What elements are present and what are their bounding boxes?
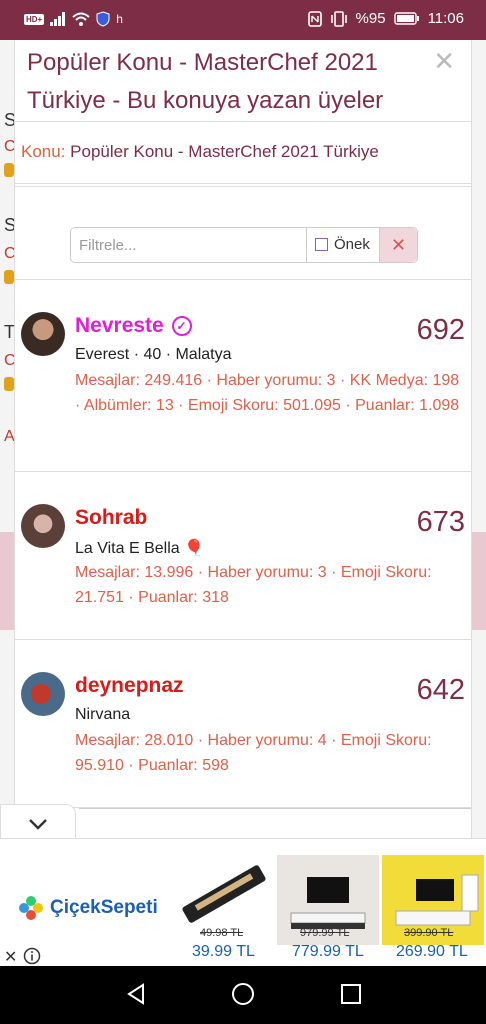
pen-box-image: [182, 865, 266, 923]
avatar[interactable]: [21, 312, 65, 356]
topic-row: Konu: Popüler Konu - MasterChef 2021 Tür…: [15, 122, 471, 184]
wifi-icon: [72, 12, 90, 26]
ad-brand-name: ÇiçekSepeti: [50, 897, 158, 918]
ad-brand-logo[interactable]: ÇiçekSepeti: [16, 893, 158, 923]
filter-divider: [306, 228, 307, 262]
ad-info-icon[interactable]: [23, 947, 41, 965]
bg-dot: [4, 377, 14, 391]
ad-old-price: 49.98 TL: [200, 927, 244, 939]
verified-badge-icon: ✓: [171, 316, 192, 336]
bg-dot: [4, 270, 14, 284]
modal-title: Popüler Konu - MasterChef 2021 Türkiye -…: [27, 49, 384, 114]
close-button[interactable]: ✕: [433, 46, 455, 77]
filter-input[interactable]: [71, 228, 306, 262]
ad-old-price: 399.90 TL: [404, 927, 454, 939]
modal-header: Popüler Konu - MasterChef 2021 Türkiye -…: [15, 40, 471, 122]
member-subtitle: La Vita E Bella 🎈: [75, 540, 205, 557]
ad-controls: ✕: [4, 947, 41, 967]
vibrate-icon: [330, 10, 347, 27]
member-row[interactable]: deynepnaz Nirvana Mesajlar: 28.010 · Hab…: [15, 640, 471, 808]
member-subtitle: Everest · 40 · Malatya: [75, 346, 232, 363]
recents-icon[interactable]: [339, 982, 363, 1006]
member-stats: Mesajlar: 13.996 · Haber yorumu: 3 · Emo…: [75, 564, 432, 606]
battery-icon: [393, 12, 419, 25]
clock: 11:06: [427, 10, 464, 27]
chevron-down-icon: [29, 819, 47, 830]
topic-label: Konu:: [21, 142, 66, 161]
ad-new-price[interactable]: 269.90 TL: [396, 943, 468, 961]
ad-collapse-button[interactable]: [0, 804, 76, 840]
message-count: 692: [416, 314, 465, 346]
member-name[interactable]: deynepnaz: [75, 674, 184, 698]
member-name[interactable]: Nevreste ✓: [75, 314, 192, 338]
member-row[interactable]: Nevreste ✓ Everest · 40 · Malatya Mesajl…: [15, 280, 471, 472]
member-stats: Mesajlar: 249.416 · Haber yorumu: 3 · KK…: [75, 372, 460, 414]
ad-close-icon[interactable]: ✕: [4, 947, 17, 967]
system-nav-bar: [0, 966, 486, 1024]
bg-dot: [4, 163, 14, 177]
battery-percent: %95: [355, 10, 386, 27]
ad-old-price: 979.99 TL: [300, 927, 350, 939]
modal-footer: [79, 808, 471, 840]
ad-banner[interactable]: ÇiçekSepeti 49.98 TL 39.99 TL 979.99 TL …: [0, 838, 486, 966]
home-icon[interactable]: [231, 982, 255, 1006]
clear-filter-button[interactable]: ✕: [379, 228, 417, 262]
member-stats: Mesajlar: 28.010 · Haber yorumu: 4 · Emo…: [75, 732, 432, 774]
prefix-checkbox[interactable]: [315, 238, 328, 251]
signal-icon: [50, 12, 66, 26]
message-count: 673: [416, 506, 465, 538]
avatar[interactable]: [21, 504, 65, 548]
back-icon[interactable]: [124, 982, 148, 1006]
flower-logo-icon: [19, 896, 43, 920]
ad-new-price[interactable]: 39.99 TL: [192, 943, 255, 961]
member-subtitle: Nirvana: [75, 706, 131, 723]
avatar[interactable]: [21, 672, 65, 716]
hd-badge: HD+: [24, 13, 45, 25]
message-count: 642: [416, 674, 465, 706]
member-name-text[interactable]: Nevreste: [75, 314, 164, 337]
member-name[interactable]: Sohrab: [75, 506, 147, 530]
topic-link[interactable]: Popüler Konu - MasterChef 2021 Türkiye: [70, 142, 379, 161]
nfc-icon: [307, 10, 322, 27]
prefix-checkbox-label[interactable]: Önek: [315, 236, 370, 253]
prefix-label: Önek: [334, 236, 370, 253]
filter-box: Önek ✕: [70, 227, 418, 263]
member-row[interactable]: Sohrab La Vita E Bella 🎈 Mesajlar: 13.99…: [15, 472, 471, 640]
filter-area: Önek ✕: [15, 186, 471, 280]
members-modal: Popüler Konu - MasterChef 2021 Türkiye -…: [14, 40, 472, 840]
vpn-shield-icon: [96, 11, 110, 27]
ad-new-price[interactable]: 779.99 TL: [292, 943, 364, 961]
status-extra-text: h: [116, 12, 123, 26]
status-bar: HD+ h %95 11:06: [0, 0, 486, 40]
